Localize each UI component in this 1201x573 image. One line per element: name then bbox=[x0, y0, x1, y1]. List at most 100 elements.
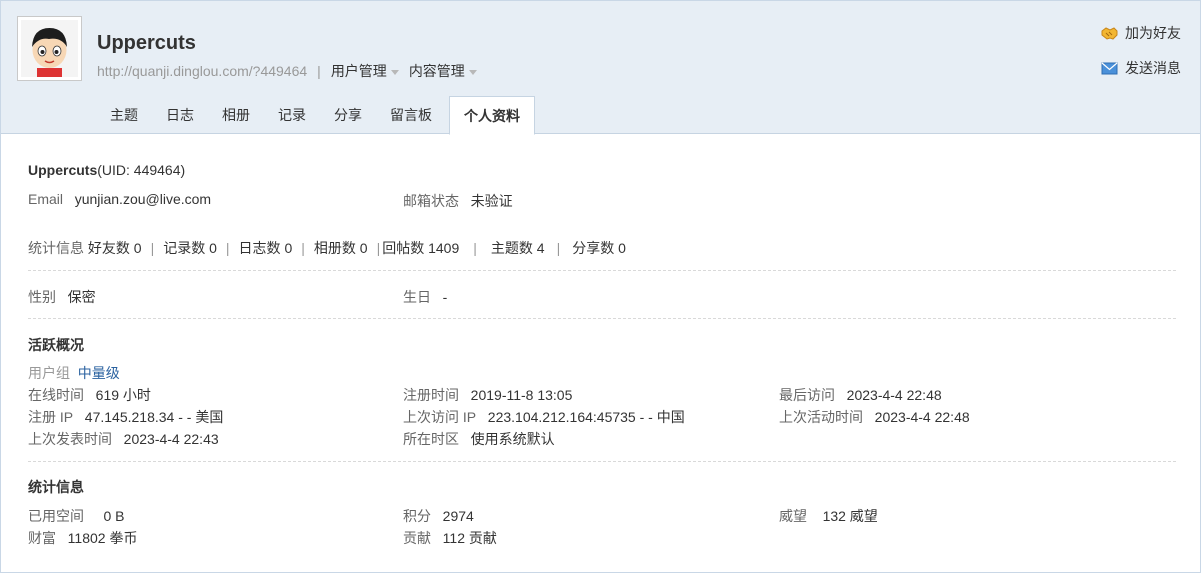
chevron-down-icon bbox=[468, 69, 477, 75]
space-label: 已用空间 bbox=[28, 508, 84, 524]
timezone-label: 所在时区 bbox=[403, 431, 459, 447]
contribution-value: 112 贡献 bbox=[442, 530, 497, 546]
tab-share[interactable]: 分享 bbox=[320, 96, 376, 134]
last-visit-value: 2023-4-4 22:48 bbox=[846, 387, 942, 403]
last-visit-row: 最后访问 2023-4-4 22:48 bbox=[779, 385, 942, 405]
reg-ip-label: 注册 IP bbox=[28, 409, 74, 425]
handshake-icon bbox=[1101, 26, 1118, 40]
birthday-value: - bbox=[442, 289, 448, 305]
last-ip-label: 上次访问 IP bbox=[403, 409, 477, 425]
contribution-label: 贡献 bbox=[403, 530, 431, 546]
online-time-row: 在线时间 619 小时 bbox=[28, 385, 151, 405]
timezone-value: 使用系统默认 bbox=[470, 431, 555, 447]
last-active-row: 上次活动时间 2023-4-4 22:48 bbox=[779, 407, 970, 427]
wealth-label: 财富 bbox=[28, 530, 56, 546]
profile-page: Uppercuts http://quanji.dinglou.com/?449… bbox=[0, 0, 1201, 573]
reg-time-label: 注册时间 bbox=[403, 387, 459, 403]
prestige-value: 132 威望 bbox=[822, 508, 878, 524]
last-post-label: 上次发表时间 bbox=[28, 431, 112, 447]
separator: | bbox=[473, 240, 477, 256]
mail-status-label: 邮箱状态 bbox=[403, 193, 459, 209]
stats-row: 统计信息 好友数 0 | 记录数 0 | 日志数 0 | 相册数 0 | 回帖数 1409 | 主题… bbox=[28, 238, 626, 258]
stat-replies[interactable]: 回帖数 1409 bbox=[382, 240, 459, 256]
content-management-menu[interactable]: 内容管理 bbox=[409, 63, 487, 79]
stat-records-value: 0 bbox=[209, 240, 217, 256]
stats-label: 统计信息 bbox=[28, 240, 84, 256]
prestige-row: 威望 132 威望 bbox=[779, 506, 878, 526]
reg-ip-row: 注册 IP 47.145.218.34 - - 美国 bbox=[28, 407, 223, 427]
divider bbox=[28, 318, 1176, 319]
tab-records[interactable]: 记录 bbox=[264, 96, 320, 134]
stat-albums[interactable]: 相册数 0 bbox=[314, 240, 368, 256]
stat-shares-label: 分享数 bbox=[572, 240, 615, 256]
stat-replies-value: 1409 bbox=[428, 240, 460, 256]
separator: | bbox=[150, 240, 155, 256]
stat-records[interactable]: 记录数 0 bbox=[163, 240, 217, 256]
space-row: 已用空间 0 B bbox=[28, 506, 124, 526]
stat-blogs-label: 日志数 bbox=[238, 240, 281, 256]
stat-topics-label: 主题数 bbox=[490, 240, 533, 256]
last-ip-value: 223.104.212.164:45735 - - 中国 bbox=[487, 409, 685, 425]
stat-replies-label: 回帖数 bbox=[382, 240, 425, 256]
stat-blogs[interactable]: 日志数 0 bbox=[239, 240, 293, 256]
last-active-label: 上次活动时间 bbox=[779, 409, 863, 425]
tab-profile[interactable]: 个人资料 bbox=[449, 96, 535, 135]
avatar-image bbox=[21, 20, 78, 77]
tab-topics[interactable]: 主题 bbox=[96, 96, 152, 134]
email-label: Email bbox=[28, 191, 64, 207]
stat-shares[interactable]: 分享数 0 bbox=[572, 240, 626, 256]
reg-ip-value: 47.145.218.34 - - 美国 bbox=[84, 409, 224, 425]
mail-status-value: 未验证 bbox=[470, 193, 513, 209]
info-uid: (UID: 449464) bbox=[97, 162, 186, 178]
last-ip-row: 上次访问 IP 223.104.212.164:45735 - - 中国 bbox=[403, 407, 685, 427]
user-management-label: 用户管理 bbox=[330, 63, 387, 79]
last-post-row: 上次发表时间 2023-4-4 22:43 bbox=[28, 429, 219, 449]
stat-blogs-value: 0 bbox=[284, 240, 293, 256]
separator: | bbox=[317, 63, 321, 79]
email-row: Email yunjian.zou@live.com bbox=[28, 191, 211, 207]
stat-friends-label: 好友数 bbox=[87, 240, 130, 256]
profile-header: Uppercuts http://quanji.dinglou.com/?449… bbox=[1, 1, 1200, 135]
gender-label: 性别 bbox=[28, 289, 56, 305]
profile-url[interactable]: http://quanji.dinglou.com/?449464 bbox=[97, 63, 307, 79]
profile-subline: http://quanji.dinglou.com/?449464 | 用户管理 内容… bbox=[97, 61, 487, 81]
avatar[interactable] bbox=[17, 16, 82, 81]
user-group-row: 用户组 中量级 bbox=[28, 363, 120, 383]
tab-album[interactable]: 相册 bbox=[208, 96, 264, 134]
birthday-row: 生日 - bbox=[403, 287, 447, 307]
divider bbox=[28, 461, 1176, 462]
user-group-label: 用户组 bbox=[28, 365, 70, 381]
stat-friends-value: 0 bbox=[133, 240, 142, 256]
points-value: 2974 bbox=[442, 508, 474, 524]
points-label: 积分 bbox=[403, 508, 431, 524]
send-message-button[interactable]: 发送消息 bbox=[1101, 58, 1181, 78]
email-value: yunjian.zou@live.com bbox=[74, 191, 212, 207]
stat-records-label: 记录数 bbox=[163, 240, 206, 256]
info-name: Uppercuts bbox=[28, 162, 98, 178]
online-time-value: 619 小时 bbox=[95, 387, 151, 403]
last-post-value: 2023-4-4 22:43 bbox=[123, 431, 219, 447]
birthday-label: 生日 bbox=[403, 289, 431, 305]
chevron-down-icon bbox=[390, 69, 399, 75]
wealth-value: 11802 拳币 bbox=[67, 530, 138, 546]
statistics-title: 统计信息 bbox=[28, 479, 84, 495]
content-management-label: 内容管理 bbox=[408, 63, 465, 79]
separator: | bbox=[556, 240, 561, 256]
tab-guestbook[interactable]: 留言板 bbox=[376, 96, 446, 134]
points-row: 积分 2974 bbox=[403, 506, 474, 526]
contribution-row: 贡献 112 贡献 bbox=[403, 528, 497, 548]
mail-status-row: 邮箱状态 未验证 bbox=[403, 191, 513, 211]
stat-albums-value: 0 bbox=[359, 240, 368, 256]
stat-topics[interactable]: 主题数 4 bbox=[491, 240, 545, 256]
stat-friends[interactable]: 好友数 0 bbox=[88, 240, 142, 256]
user-group-link[interactable]: 中量级 bbox=[78, 365, 120, 381]
tab-blog[interactable]: 日志 bbox=[152, 96, 208, 134]
stat-albums-label: 相册数 bbox=[313, 240, 356, 256]
separator: | bbox=[225, 240, 230, 256]
add-friend-label: 加为好友 bbox=[1125, 25, 1181, 41]
add-friend-button[interactable]: 加为好友 bbox=[1101, 23, 1181, 43]
user-management-menu[interactable]: 用户管理 bbox=[331, 63, 409, 79]
wealth-row: 财富 11802 拳币 bbox=[28, 528, 137, 548]
activity-title: 活跃概况 bbox=[28, 337, 84, 353]
profile-actions: 加为好友 发送消息 bbox=[1101, 23, 1181, 93]
